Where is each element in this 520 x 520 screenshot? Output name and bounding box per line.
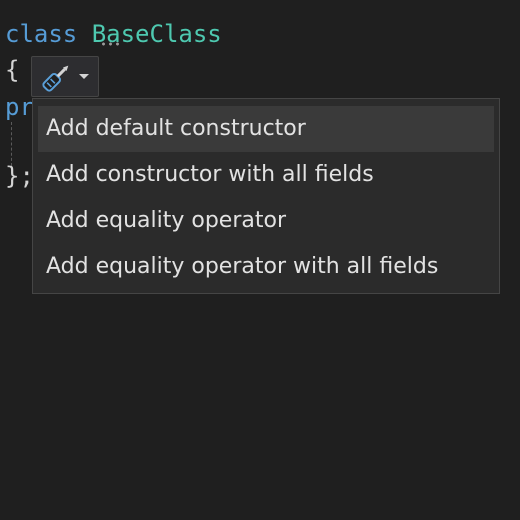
menu-item-add-equality-operator-all-fields[interactable]: Add equality operator with all fields: [38, 244, 494, 290]
keyword-class: class: [5, 20, 78, 48]
menu-item-add-default-constructor[interactable]: Add default constructor: [38, 106, 494, 152]
quick-actions-menu: Add default constructor Add constructor …: [32, 98, 500, 294]
code-editor[interactable]: class BaseClass { pr }; Add default cons…: [0, 0, 520, 520]
menu-item-add-equality-operator[interactable]: Add equality operator: [38, 198, 494, 244]
code-line-close-brace: };: [5, 161, 34, 191]
code-line-open-brace: {: [5, 55, 19, 85]
code-line-partial: pr: [5, 92, 34, 122]
partial-keyword: pr: [5, 93, 34, 121]
quick-actions-button[interactable]: [31, 56, 99, 97]
close-brace: };: [5, 162, 34, 190]
suggestion-dots-indicator: [100, 40, 122, 48]
chevron-down-icon[interactable]: [79, 74, 89, 79]
open-brace: {: [5, 56, 20, 84]
screwdriver-icon: [42, 65, 69, 92]
menu-item-add-constructor-all-fields[interactable]: Add constructor with all fields: [38, 152, 494, 198]
indent-guide: [11, 122, 12, 166]
